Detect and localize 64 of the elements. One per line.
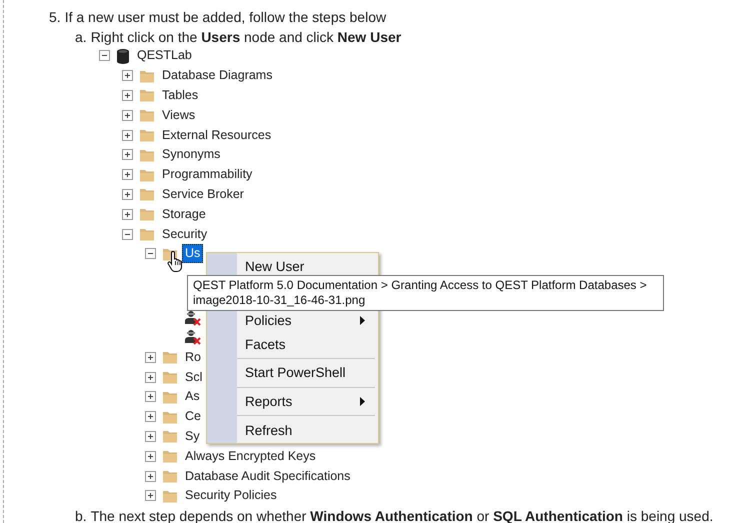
menu-item[interactable]: Policies <box>237 308 375 332</box>
list-number: a. <box>75 29 87 45</box>
tree-node-label[interactable]: Database Audit Specifications <box>182 466 354 486</box>
collapse-icon[interactable] <box>145 248 156 260</box>
expand-icon[interactable] <box>145 430 156 442</box>
expand-icon[interactable] <box>145 470 156 482</box>
tree-node-label[interactable]: Scl <box>182 368 206 387</box>
menu-item[interactable]: Reports <box>237 390 375 414</box>
list-number: 5. <box>49 9 61 25</box>
expand-icon[interactable] <box>122 70 133 82</box>
expand-icon[interactable] <box>145 391 156 402</box>
menu-item[interactable]: Start PowerShell <box>237 361 375 385</box>
tree-node-label[interactable]: Security <box>159 224 210 244</box>
expand-icon[interactable] <box>145 490 156 502</box>
tree-node-label[interactable]: Sy <box>182 426 203 446</box>
folder-icon <box>139 186 155 202</box>
tree-node-label[interactable]: Views <box>159 106 198 125</box>
step-text: If a new user must be added, follow the steps below <box>64 9 386 25</box>
database-icon <box>116 48 130 64</box>
tree-node-label[interactable]: Tables <box>159 86 202 105</box>
folder-icon <box>139 107 155 124</box>
tree-node-label[interactable]: Ro <box>182 348 204 367</box>
tree-node-label[interactable]: Synonyms <box>159 145 224 164</box>
collapse-icon[interactable] <box>122 228 133 240</box>
expand-icon[interactable] <box>145 372 156 383</box>
hand-cursor-icon <box>167 250 184 273</box>
tree-node-label[interactable]: QESTLab <box>134 46 195 66</box>
tree-node-label[interactable]: Programmability <box>159 165 256 184</box>
expand-icon[interactable] <box>122 208 133 220</box>
tree-node-label[interactable]: Service Broker <box>159 184 247 204</box>
tooltip: QEST Platform 5.0 Documentation > Granting Access to QEST Platform Databases > image2018-10-31_16-46-31.png <box>187 275 664 311</box>
tree-node-label[interactable]: Ce <box>182 407 204 426</box>
expand-icon[interactable] <box>122 90 133 101</box>
tree-node-label[interactable]: External Resources <box>159 126 274 145</box>
expand-icon[interactable] <box>145 352 156 363</box>
expand-icon[interactable] <box>145 450 156 462</box>
disabled-user-icon <box>185 310 201 326</box>
list-number: b. <box>75 508 87 523</box>
expand-icon[interactable] <box>122 130 133 141</box>
folder-icon <box>139 127 155 144</box>
collapse-icon[interactable] <box>99 50 110 62</box>
folder-icon <box>162 448 178 464</box>
expand-icon[interactable] <box>122 149 133 160</box>
expand-icon[interactable] <box>122 188 133 200</box>
expand-icon[interactable] <box>145 411 156 422</box>
tree-node-label[interactable]: Storage <box>159 204 209 224</box>
substep-text: Right click on the Users node and click New User <box>90 29 402 45</box>
disabled-user-icon <box>185 329 201 346</box>
menu-item[interactable]: Refresh <box>237 418 375 442</box>
expand-icon[interactable] <box>122 110 133 121</box>
folder-icon <box>162 468 178 484</box>
folder-icon <box>162 349 178 366</box>
tree-node-label[interactable]: As <box>182 387 203 406</box>
folder-icon <box>162 369 178 386</box>
tree-node-label[interactable]: Database Diagrams <box>159 66 276 86</box>
expand-icon[interactable] <box>122 169 133 180</box>
folder-icon <box>139 87 155 104</box>
folder-icon <box>139 206 155 222</box>
folder-icon <box>162 428 178 444</box>
folder-icon <box>139 226 155 242</box>
tree-node-label[interactable]: Security Policies <box>182 486 280 506</box>
tree-node-label[interactable]: Always Encrypted Keys <box>182 446 319 466</box>
tree-node-label[interactable]: Us <box>182 244 204 264</box>
menu-item[interactable]: Facets <box>237 332 375 356</box>
